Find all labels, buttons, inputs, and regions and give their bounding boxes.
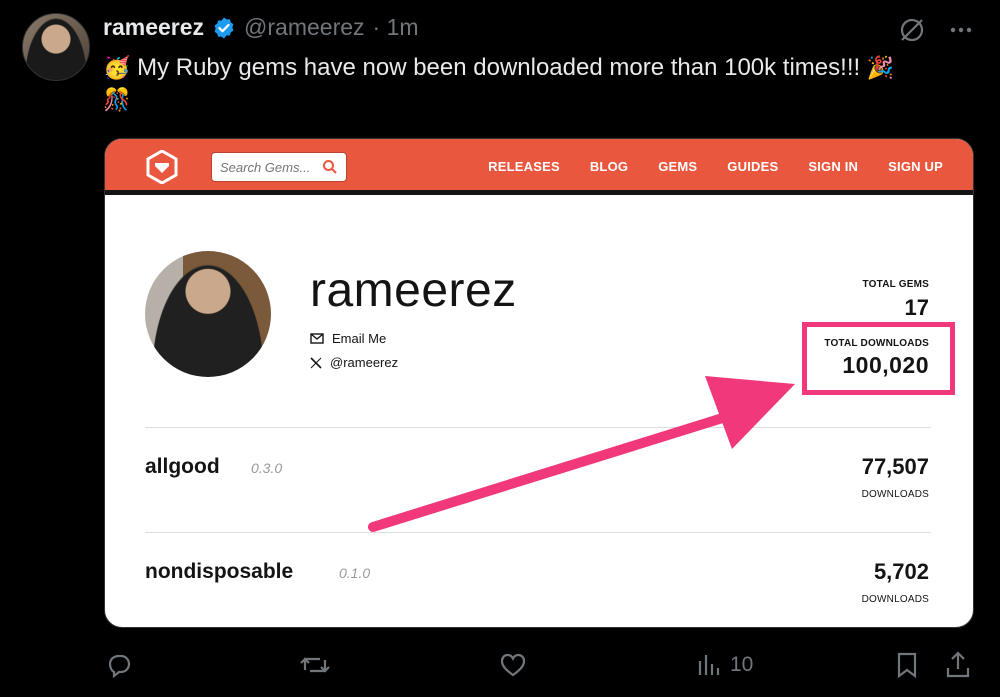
confetti-ball-emoji-icon: 🎊 bbox=[103, 87, 131, 112]
search-box[interactable] bbox=[211, 152, 347, 182]
party-popper-emoji-icon: 🎉 bbox=[866, 55, 895, 80]
search-icon[interactable] bbox=[322, 159, 338, 175]
x-handle-label: @rameerez bbox=[330, 355, 399, 370]
email-me-link[interactable]: Email Me bbox=[310, 331, 386, 346]
gem-downloads-caption: DOWNLOADS bbox=[861, 489, 929, 500]
highlight-box bbox=[802, 322, 955, 395]
party-face-emoji-icon: 🥳 bbox=[103, 55, 131, 80]
verified-badge-icon bbox=[214, 17, 234, 38]
divider bbox=[145, 427, 931, 428]
nav-blog[interactable]: BLOG bbox=[590, 159, 628, 174]
author-avatar[interactable] bbox=[22, 13, 90, 81]
profile-avatar bbox=[145, 251, 271, 377]
repost-icon bbox=[300, 657, 330, 673]
author-name[interactable]: rameerez bbox=[103, 14, 204, 41]
like-button[interactable] bbox=[498, 650, 528, 680]
nav-sign-up[interactable]: SIGN UP bbox=[888, 159, 943, 174]
nav-links: RELEASES BLOG GEMS GUIDES SIGN IN SIGN U… bbox=[488, 159, 943, 174]
bookmark-button[interactable] bbox=[894, 650, 920, 680]
share-button[interactable] bbox=[944, 650, 972, 680]
tweet-time[interactable]: · 1m bbox=[373, 14, 419, 41]
search-input[interactable] bbox=[220, 159, 320, 175]
gem-downloads-caption: DOWNLOADS bbox=[861, 594, 929, 605]
nav-guides[interactable]: GUIDES bbox=[727, 159, 778, 174]
tweet-body: My Ruby gems have now been downloaded mo… bbox=[137, 54, 861, 81]
total-gems-value: 17 bbox=[904, 295, 929, 320]
views-chart-icon bbox=[698, 655, 720, 675]
nav-gems[interactable]: GEMS bbox=[658, 159, 697, 174]
tweet-image[interactable]: RELEASES BLOG GEMS GUIDES SIGN IN SIGN U… bbox=[104, 138, 974, 628]
total-gems-label: TOTAL GEMS bbox=[862, 279, 929, 290]
gem-version-nondisposable: 0.1.0 bbox=[339, 565, 371, 581]
views-button[interactable]: 10 bbox=[696, 650, 753, 680]
reply-icon bbox=[108, 654, 131, 679]
gem-downloads-allgood: 77,507 bbox=[861, 454, 929, 479]
repost-button[interactable] bbox=[299, 650, 331, 680]
rubygems-navbar: RELEASES BLOG GEMS GUIDES SIGN IN SIGN U… bbox=[105, 139, 973, 195]
tweet-header: rameerez @rameerez · 1m bbox=[103, 14, 419, 41]
envelope-icon bbox=[310, 333, 324, 344]
more-options-icon[interactable] bbox=[948, 17, 974, 43]
reply-button[interactable] bbox=[104, 650, 134, 680]
rubygems-logo-icon[interactable] bbox=[145, 150, 179, 184]
gem-version-allgood: 0.3.0 bbox=[251, 460, 283, 476]
bookmark-icon bbox=[897, 652, 917, 679]
divider bbox=[145, 532, 931, 533]
share-icon bbox=[946, 651, 970, 678]
views-count: 10 bbox=[730, 653, 754, 676]
tweet-text: 🥳 My Ruby gems have now been downloaded … bbox=[103, 52, 973, 116]
author-handle[interactable]: @rameerez bbox=[244, 14, 365, 41]
gem-name-nondisposable[interactable]: nondisposable bbox=[145, 560, 293, 584]
heart-icon bbox=[500, 653, 526, 677]
gem-name-allgood[interactable]: allgood bbox=[145, 455, 220, 479]
grok-icon[interactable] bbox=[898, 16, 926, 44]
x-profile-link[interactable]: @rameerez bbox=[310, 355, 398, 370]
profile-username: rameerez bbox=[310, 264, 517, 317]
tweet-action-bar: 10 bbox=[104, 650, 974, 686]
tweet-header-actions bbox=[898, 16, 974, 44]
nav-sign-in[interactable]: SIGN IN bbox=[808, 159, 858, 174]
gem-downloads-nondisposable: 5,702 bbox=[873, 559, 929, 584]
email-me-label: Email Me bbox=[332, 331, 387, 346]
nav-releases[interactable]: RELEASES bbox=[488, 159, 560, 174]
x-logo-icon bbox=[310, 356, 322, 369]
